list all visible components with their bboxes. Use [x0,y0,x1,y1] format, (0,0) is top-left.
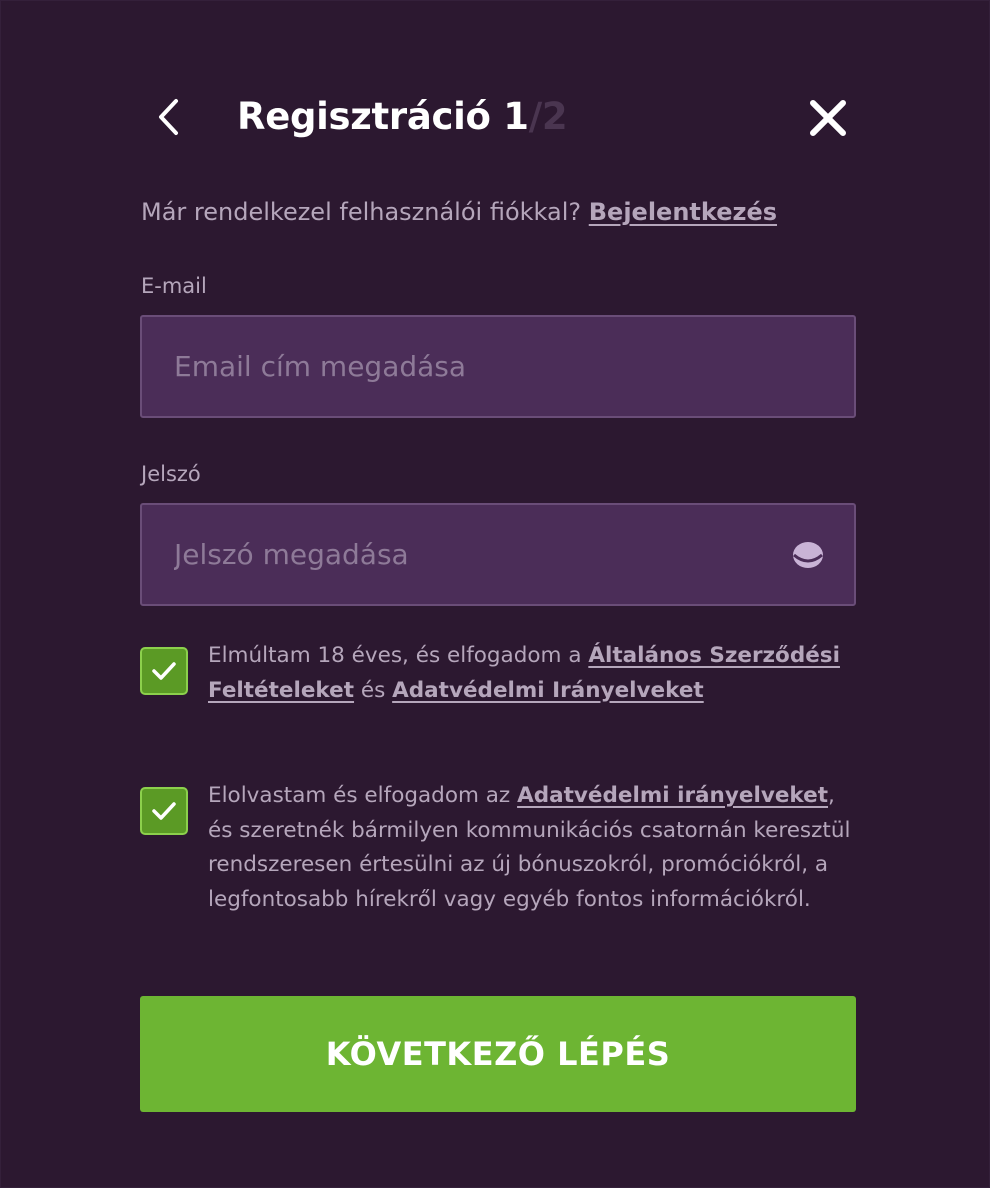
next-step-button[interactable]: KÖVETKEZŐ LÉPÉS [140,996,856,1112]
marketing-checkbox[interactable] [140,787,188,835]
close-icon [810,100,846,136]
email-field[interactable] [142,317,854,416]
chevron-left-icon [159,99,178,135]
email-field-wrapper [140,315,856,418]
age-terms-text-part2: és [354,677,393,703]
registration-modal: Regisztráció 1/2 Már rendelkezel felhasz… [0,0,990,1188]
back-button[interactable] [150,96,186,138]
checkmark-icon [152,662,176,680]
age-terms-text-part1: Elmúltam 18 éves, és elfogadom a [208,643,589,668]
privacy-policy-link[interactable]: Adatvédelmi Irányelveket [392,678,704,703]
marketing-privacy-link[interactable]: Adatvédelmi irányelveket [517,783,828,808]
email-label: E-mail [141,274,207,298]
title-text: Regisztráció 1 [237,95,529,138]
password-field[interactable] [142,505,854,604]
eye-icon [793,542,823,568]
password-visibility-toggle[interactable] [790,538,826,574]
title-step-total: /2 [528,95,568,138]
login-prompt-text: Már rendelkezel felhasználói fiókkal? [141,198,589,226]
login-prompt: Már rendelkezel felhasználói fiókkal? Be… [141,193,777,231]
marketing-text: Elolvastam és elfogadom az Adatvédelmi i… [208,779,858,917]
login-link[interactable]: Bejelentkezés [589,198,777,226]
age-terms-checkbox[interactable] [140,647,188,695]
password-label: Jelszó [141,462,201,486]
page-title: Regisztráció 1/2 [237,94,568,140]
marketing-text-part1: Elolvastam és elfogadom az [208,783,518,808]
age-terms-text: Elmúltam 18 éves, és elfogadom a Általán… [208,639,858,708]
password-field-wrapper [140,503,856,606]
checkmark-icon [152,802,176,820]
close-button[interactable] [806,96,850,140]
